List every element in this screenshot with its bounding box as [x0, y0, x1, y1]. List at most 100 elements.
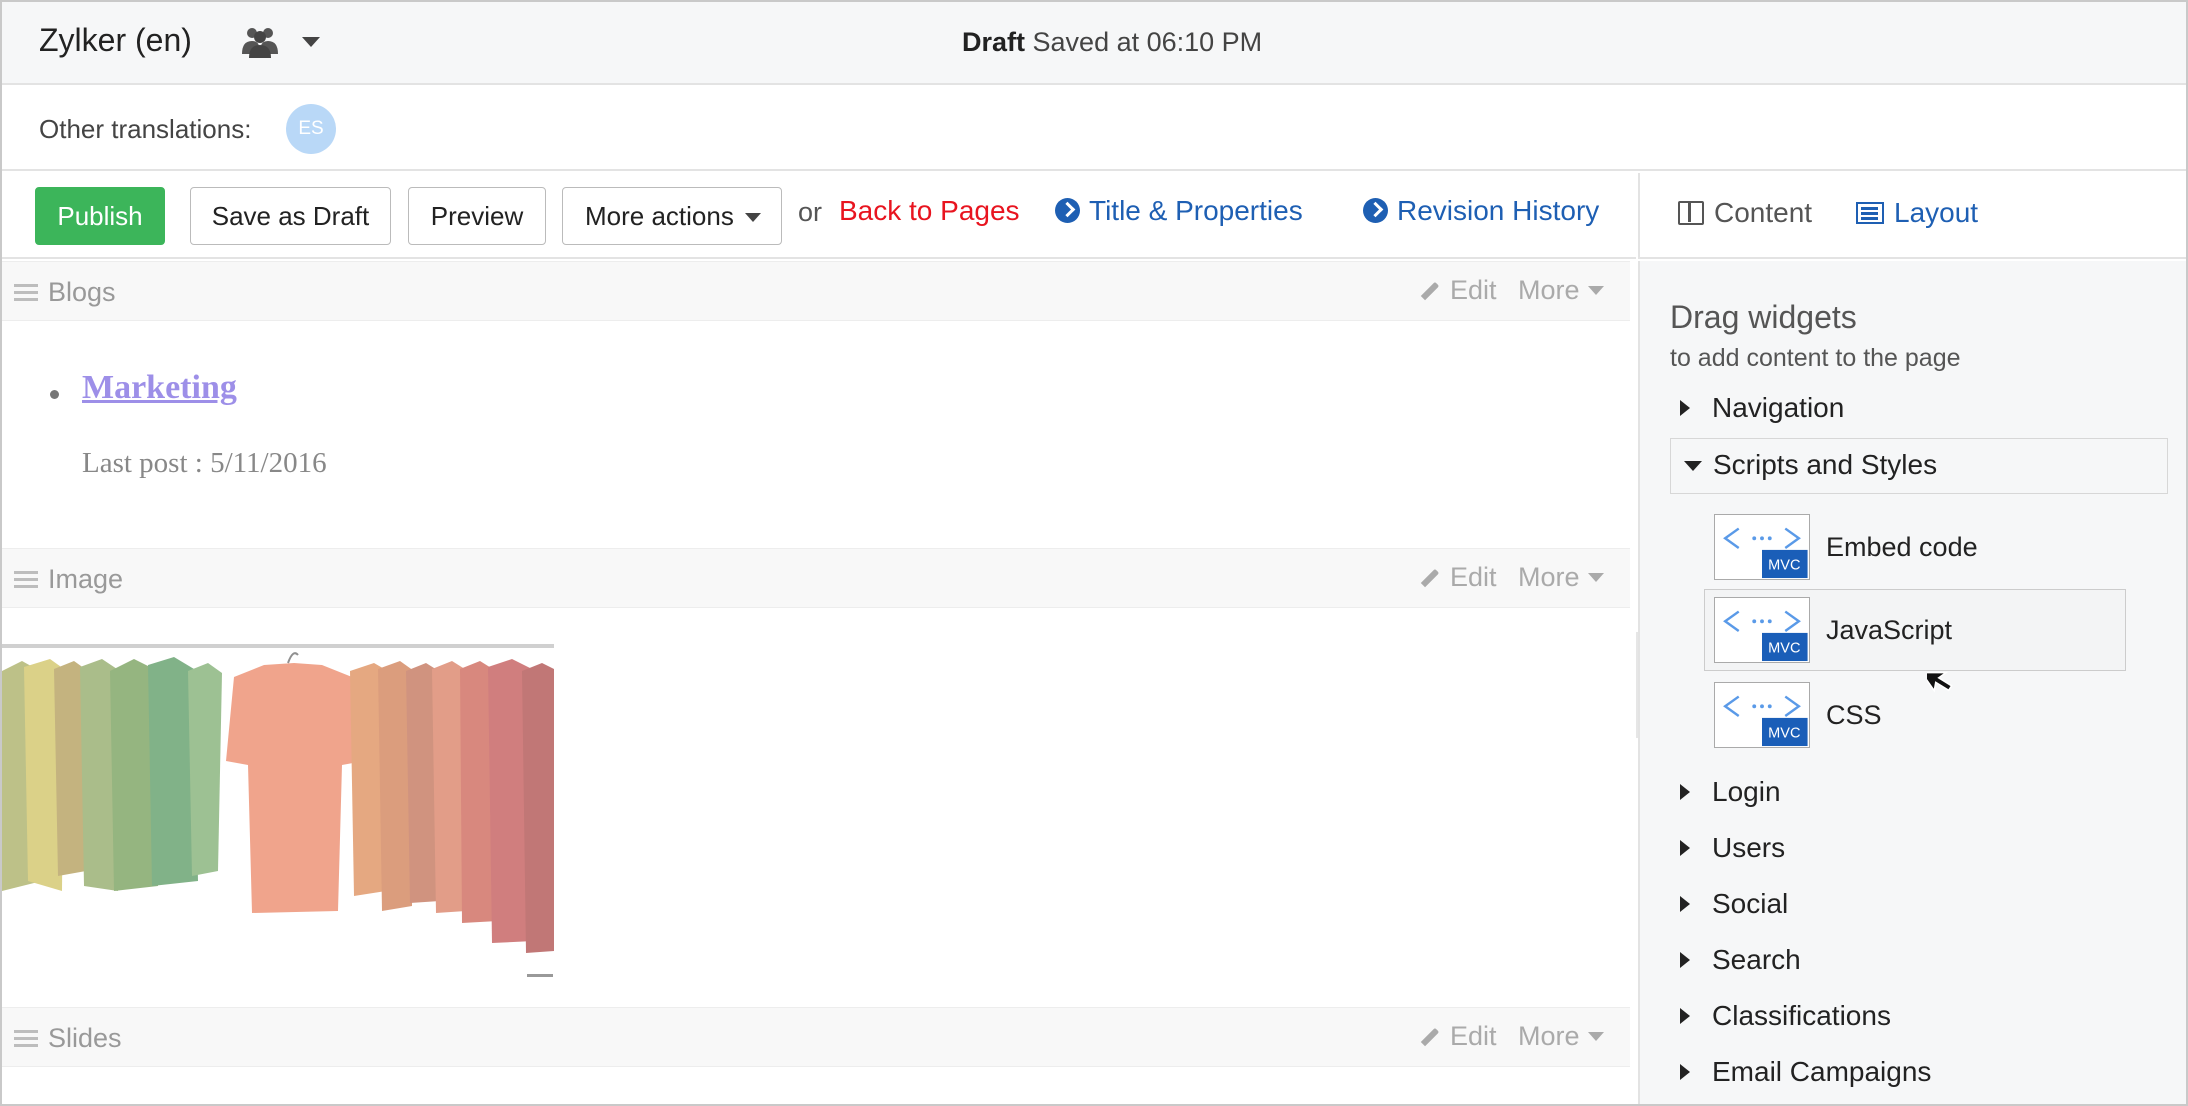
widget-css[interactable]: MVC CSS — [1714, 682, 2106, 754]
draft-status-time: Saved at 06:10 PM — [1032, 27, 1263, 57]
app-window: Zylker (en) Draft Saved at 06:10 PM Othe… — [0, 0, 2188, 1106]
widget-label: Embed code — [1826, 532, 1978, 562]
translations-label: Other translations: — [39, 114, 252, 144]
category-label: Classifications — [1712, 1000, 1891, 1031]
category-login[interactable]: Login — [1680, 776, 1781, 808]
blog-last-post: Last post : 5/11/2016 — [82, 447, 327, 479]
tab-layout-label: Layout — [1894, 197, 1979, 228]
columns-icon — [1678, 201, 1704, 225]
or-text: or — [798, 197, 823, 227]
embed-code-icon: MVC — [1714, 682, 1810, 748]
chevron-down-icon — [1587, 1032, 1604, 1041]
preview-button[interactable]: Preview — [408, 187, 546, 245]
widget-panel-subtitle: to add content to the page — [1670, 344, 1961, 372]
section-header-slides[interactable]: Slides Edit More — [2, 1007, 1630, 1067]
save-as-draft-button[interactable]: Save as Draft — [190, 187, 391, 245]
chevron-down-icon — [1684, 461, 1702, 471]
category-label: Email Campaigns — [1712, 1056, 1932, 1087]
title-properties-link[interactable]: Title & Properties — [1055, 195, 1303, 227]
publish-button[interactable]: Publish — [35, 187, 165, 245]
chevron-down-icon — [745, 213, 761, 222]
category-label: Users — [1712, 832, 1786, 863]
category-search[interactable]: Search — [1680, 944, 1801, 976]
chevron-right-icon — [1680, 1008, 1690, 1024]
site-name[interactable]: Zylker (en) — [39, 22, 192, 59]
section-more-button[interactable]: More — [1518, 562, 1604, 593]
drag-handle-icon[interactable] — [14, 284, 38, 287]
chevron-right-icon — [1680, 952, 1690, 968]
section-more-button[interactable]: More — [1518, 1021, 1604, 1052]
category-classifications[interactable]: Classifications — [1680, 1000, 1891, 1032]
category-label: Scripts and Styles — [1713, 449, 1938, 480]
chevron-down-icon — [1587, 286, 1604, 295]
section-edit-button[interactable]: Edit — [1420, 562, 1497, 593]
tab-layout[interactable]: Layout — [1856, 197, 1978, 229]
category-social[interactable]: Social — [1680, 888, 1788, 920]
translations-bar: Other translations: ES — [2, 87, 2186, 171]
edit-label: Edit — [1450, 1021, 1497, 1051]
section-title: Blogs — [48, 277, 116, 307]
pencil-icon — [1420, 1027, 1440, 1047]
category-users[interactable]: Users — [1680, 832, 1785, 864]
circle-arrow-icon — [1363, 198, 1388, 223]
category-email-campaigns[interactable]: Email Campaigns — [1680, 1056, 1931, 1088]
pencil-icon — [1420, 281, 1440, 301]
section-title: Slides — [48, 1023, 122, 1053]
mvc-badge-text: MVC — [1768, 640, 1800, 656]
language-badge-es[interactable]: ES — [286, 104, 336, 154]
section-edit-button[interactable]: Edit — [1420, 1021, 1497, 1052]
drag-handle-icon[interactable] — [14, 571, 38, 574]
widget-label: JavaScript — [1826, 615, 1953, 645]
category-label: Login — [1712, 776, 1781, 807]
widget-javascript[interactable]: MVC JavaScript — [1704, 589, 2126, 671]
category-label: Navigation — [1712, 392, 1845, 423]
clothes-rack-image[interactable] — [2, 641, 554, 961]
title-properties-label: Title & Properties — [1089, 195, 1303, 226]
action-toolbar: Publish Save as Draft Preview More actio… — [2, 173, 1636, 259]
draft-status-label: Draft — [962, 27, 1026, 57]
group-icon[interactable] — [240, 24, 280, 60]
more-actions-label: More actions — [585, 201, 734, 231]
circle-arrow-icon — [1055, 198, 1080, 223]
chevron-right-icon — [1680, 784, 1690, 800]
category-label: Social — [1712, 888, 1789, 919]
layout-list-icon — [1856, 202, 1884, 224]
panel-tabs: Content Layout — [1638, 173, 2186, 259]
chevron-right-icon — [1680, 400, 1690, 416]
chevron-right-icon — [1680, 896, 1690, 912]
chevron-right-icon — [1680, 1064, 1690, 1080]
image-resize-handle[interactable] — [527, 974, 553, 977]
mouse-cursor-icon — [1927, 671, 1953, 693]
section-header-blogs[interactable]: Blogs Edit More — [2, 261, 1630, 321]
category-navigation[interactable]: Navigation — [1680, 392, 1844, 424]
more-label: More — [1518, 562, 1580, 592]
tab-content[interactable]: Content — [1678, 197, 1812, 229]
edit-label: Edit — [1450, 275, 1497, 305]
mvc-badge-text: MVC — [1768, 557, 1800, 573]
page-canvas: Blogs Edit More Marketing Last post : 5/… — [2, 261, 1636, 1104]
revision-history-link[interactable]: Revision History — [1363, 195, 1599, 227]
chevron-right-icon — [1680, 840, 1690, 856]
category-scripts-and-styles[interactable]: Scripts and Styles — [1670, 438, 2168, 494]
more-label: More — [1518, 275, 1580, 305]
section-title: Image — [48, 564, 124, 594]
widget-label: CSS — [1826, 700, 1882, 730]
more-label: More — [1518, 1021, 1580, 1051]
section-edit-button[interactable]: Edit — [1420, 275, 1497, 306]
edit-label: Edit — [1450, 562, 1497, 592]
category-label: Search — [1712, 944, 1801, 975]
back-to-pages-link[interactable]: Back to Pages — [839, 195, 1020, 227]
pencil-icon — [1420, 568, 1440, 588]
blog-title-link[interactable]: Marketing — [82, 369, 237, 407]
draft-status: Draft Saved at 06:10 PM — [962, 27, 1262, 58]
section-header-image[interactable]: Image Edit More — [2, 548, 1630, 608]
caret-down-icon[interactable] — [302, 37, 320, 47]
embed-code-icon: MVC — [1714, 597, 1810, 663]
widget-embed-code[interactable]: MVC Embed code — [1714, 514, 2106, 586]
top-bar: Zylker (en) Draft Saved at 06:10 PM — [2, 2, 2186, 85]
drag-handle-icon[interactable] — [14, 1030, 38, 1033]
widget-panel: Drag widgets to add content to the page … — [1638, 261, 2186, 1104]
section-more-button[interactable]: More — [1518, 275, 1604, 306]
mvc-badge-text: MVC — [1768, 725, 1800, 741]
more-actions-button[interactable]: More actions — [562, 187, 782, 245]
